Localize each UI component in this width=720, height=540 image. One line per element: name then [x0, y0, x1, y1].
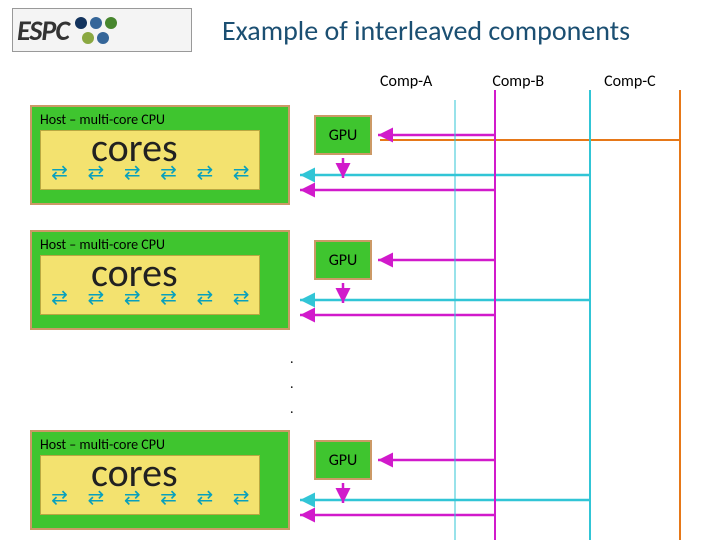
- cores-label: cores: [91, 248, 178, 297]
- gpu-box-1: GPU: [314, 115, 372, 155]
- core-arrow-icon: ⇄: [233, 160, 249, 185]
- legend-comp-c: Comp-C: [604, 72, 656, 91]
- gpu-label: GPU: [329, 126, 358, 145]
- page-title: Example of interleaved components: [222, 13, 630, 48]
- cores-label: cores: [91, 123, 178, 172]
- legend-comp-b: Comp-B: [492, 72, 544, 91]
- gpu-label: GPU: [329, 251, 358, 270]
- core-arrow-icon: ⇄: [51, 160, 67, 185]
- legend-comp-a: Comp-A: [380, 72, 432, 91]
- core-arrow-icon: ⇄: [196, 485, 212, 510]
- host-block-3: Host – multi-core CPU cores ⇄ ⇄ ⇄ ⇄ ⇄ ⇄: [30, 430, 290, 530]
- gpu-box-3: GPU: [314, 440, 372, 480]
- host-block-1: Host – multi-core CPU cores ⇄ ⇄ ⇄ ⇄ ⇄ ⇄: [30, 105, 290, 205]
- core-arrow-icon: ⇄: [233, 285, 249, 310]
- gpu-box-2: GPU: [314, 240, 372, 280]
- espc-logo: ESPC: [12, 8, 192, 52]
- cores-box: cores ⇄ ⇄ ⇄ ⇄ ⇄ ⇄: [40, 130, 260, 190]
- host-block-2: Host – multi-core CPU cores ⇄ ⇄ ⇄ ⇄ ⇄ ⇄: [30, 230, 290, 330]
- legend: Comp-A Comp-B Comp-C: [380, 72, 656, 91]
- logo-text: ESPC: [17, 13, 69, 48]
- logo-badges: [75, 17, 117, 44]
- gpu-label: GPU: [329, 451, 358, 470]
- ellipsis-dot: .: [290, 350, 294, 368]
- cores-box: cores ⇄ ⇄ ⇄ ⇄ ⇄ ⇄: [40, 455, 260, 515]
- core-arrow-icon: ⇄: [51, 285, 67, 310]
- core-arrow-icon: ⇄: [233, 485, 249, 510]
- ellipsis-dot: .: [290, 400, 294, 418]
- core-arrow-icon: ⇄: [196, 160, 212, 185]
- core-arrow-icon: ⇄: [51, 485, 67, 510]
- ellipsis-dot: .: [290, 375, 294, 393]
- header: ESPC Example of interleaved components: [0, 0, 720, 56]
- core-arrow-icon: ⇄: [196, 285, 212, 310]
- cores-box: cores ⇄ ⇄ ⇄ ⇄ ⇄ ⇄: [40, 255, 260, 315]
- cores-label: cores: [91, 448, 178, 497]
